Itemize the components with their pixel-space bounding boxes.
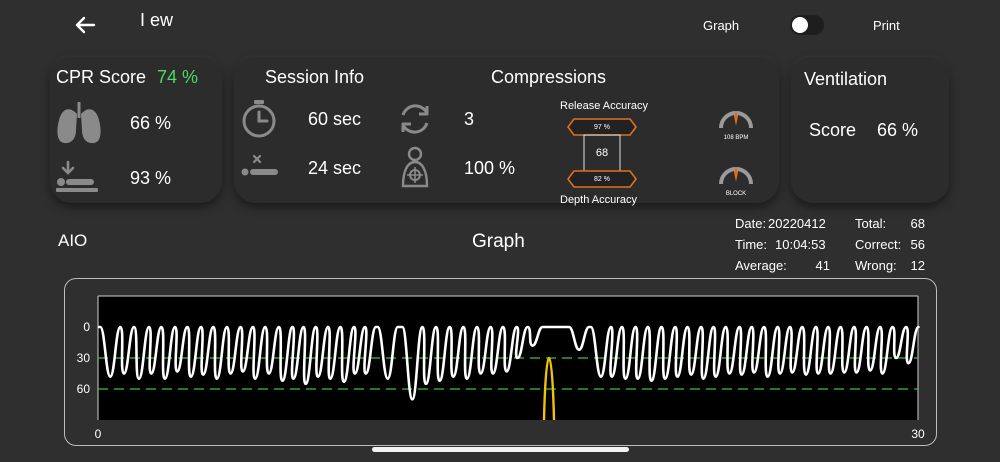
compression-peak-point — [190, 375, 192, 378]
compression-peak-point — [216, 377, 218, 380]
compression-peak-point — [907, 362, 910, 364]
compression-peak-point — [676, 375, 679, 378]
compression-peak-point — [268, 372, 270, 375]
compression-peak-point — [714, 375, 717, 378]
compression-peak-point — [702, 377, 705, 380]
compression-peak-point — [753, 371, 755, 374]
compression-peak-point — [365, 372, 367, 375]
compression-peak-point — [425, 383, 427, 385]
compression-peak-point — [138, 377, 140, 380]
compression-peak-point — [728, 372, 731, 375]
compression-peak-point — [505, 370, 508, 373]
compression-peak-point — [281, 379, 284, 382]
compression-peak-point — [690, 373, 692, 376]
compression-peak-point — [386, 377, 389, 380]
compression-peak-point — [438, 379, 441, 382]
home-indicator[interactable] — [372, 447, 629, 452]
compression-peak-point — [600, 375, 602, 378]
compression-peak-point — [664, 377, 666, 380]
compression-peak-point — [578, 348, 580, 351]
compression-peak-point — [202, 373, 205, 376]
compression-peak-point — [164, 377, 166, 380]
compression-peak-point — [176, 370, 179, 373]
compression-peak-point — [740, 373, 743, 376]
compression-peak-point — [411, 398, 414, 401]
compression-peak-point — [492, 372, 494, 375]
compression-peak-point — [817, 372, 820, 375]
compression-peak-point — [354, 372, 356, 375]
compression-peak-point — [766, 375, 769, 378]
compression-peak-point — [317, 375, 319, 378]
compression-peak-point — [531, 344, 534, 347]
compression-peak-point — [624, 377, 627, 380]
compression-peak-point — [304, 383, 307, 385]
compression-peak-point — [779, 372, 781, 375]
compression-peak-point — [466, 377, 468, 380]
y-tick-label: 60 — [77, 382, 91, 396]
compression-peak-point — [343, 380, 345, 383]
x-tick-label: 30 — [911, 427, 925, 441]
compression-peak-point — [843, 371, 845, 374]
compression-chart: 0 30 60 0 30 — [77, 295, 925, 441]
compression-peak-point — [292, 377, 295, 380]
compression-peak-point — [229, 372, 232, 375]
compression-peak-point — [650, 379, 653, 382]
compression-peak-point — [242, 370, 244, 373]
compression-peak-point — [452, 375, 455, 378]
compression-peak-point — [329, 377, 332, 380]
x-tick-label: 0 — [95, 427, 102, 441]
compression-peak-point — [855, 371, 858, 374]
compression-peak-point — [895, 357, 897, 359]
compression-peak-point — [805, 373, 807, 376]
compression-peak-point — [869, 369, 871, 372]
compression-peak-point — [254, 377, 256, 380]
compression-peak-point — [479, 372, 482, 375]
compression-peak-point — [150, 372, 153, 375]
compression-peak-point — [123, 372, 125, 375]
compression-peak-point — [637, 377, 639, 380]
compression-peak-point — [109, 375, 112, 378]
compression-peak-point — [516, 357, 519, 359]
compression-peak-point — [611, 375, 613, 378]
compression-peak-point — [829, 372, 832, 375]
compression-peak-point — [791, 371, 794, 374]
compression-peak-point — [881, 372, 884, 375]
y-tick-label: 0 — [83, 320, 90, 334]
y-tick-label: 30 — [77, 351, 91, 365]
ventilation-peak-point — [548, 357, 550, 359]
